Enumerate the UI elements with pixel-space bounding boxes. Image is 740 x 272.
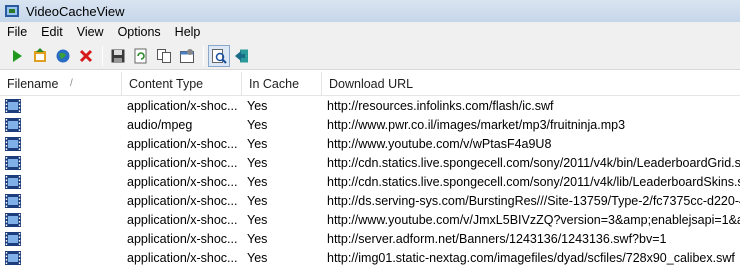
content-type-cell: application/x-shoc... — [127, 193, 238, 208]
menu-edit[interactable]: Edit — [34, 22, 70, 42]
toolbar-separator — [102, 45, 103, 66]
in-cache-cell: Yes — [247, 212, 268, 227]
play-icon — [13, 49, 22, 62]
video-file-icon — [5, 98, 21, 113]
column-in-cache-label: In Cache — [249, 77, 300, 91]
in-cache-cell: Yes — [247, 98, 268, 113]
table-row[interactable]: application/x-shoc... Yes http://img01.sta… — [0, 248, 740, 267]
video-file-icon — [5, 212, 21, 227]
table-row[interactable]: application/x-shoc... Yes http://cdn.stati… — [0, 172, 740, 191]
content-type-cell: application/x-shoc... — [127, 155, 238, 170]
in-cache-cell: Yes — [247, 174, 268, 189]
content-type-cell: application/x-shoc... — [127, 212, 238, 227]
content-type-cell: application/x-shoc... — [127, 231, 238, 246]
column-download-url[interactable]: Download URL — [322, 72, 740, 96]
properties-button[interactable] — [176, 45, 198, 67]
copy-button[interactable] — [153, 45, 175, 67]
in-cache-cell: Yes — [247, 231, 268, 246]
download-url-cell: http://cdn.statics.live.spongecell.com/s… — [327, 174, 740, 189]
table-row[interactable]: application/x-shoc... Yes http://resources… — [0, 96, 740, 115]
video-file-icon — [5, 155, 21, 170]
exit-button[interactable] — [231, 45, 253, 67]
video-file-icon — [5, 250, 21, 265]
column-content-type-label: Content Type — [129, 77, 204, 91]
column-header: Filename / Content Type In Cache Downloa… — [0, 72, 740, 96]
exit-icon — [235, 49, 248, 62]
download-url-cell: http://www.youtube.com/v/JmxL5BIVzZQ?ver… — [327, 212, 740, 227]
video-file-icon — [5, 231, 21, 246]
download-url-cell: http://server.adform.net/Banners/1243136… — [327, 231, 667, 246]
find-button[interactable] — [208, 44, 230, 67]
toolbar-separator — [203, 45, 204, 66]
table-row[interactable]: application/x-shoc... Yes http://ds.servin… — [0, 191, 740, 210]
content-type-cell: application/x-shoc... — [127, 250, 238, 265]
toolbar — [0, 42, 740, 70]
in-cache-cell: Yes — [247, 155, 268, 170]
filename-cell — [0, 174, 122, 189]
menu-options[interactable]: Options — [111, 22, 168, 42]
refresh-button[interactable] — [130, 45, 152, 67]
properties-icon — [180, 48, 194, 63]
download-url-cell: http://cdn.statics.live.spongecell.com/s… — [327, 155, 740, 170]
copy-icon — [157, 48, 171, 63]
filename-cell — [0, 136, 122, 151]
menu-bar: File Edit View Options Help — [0, 22, 740, 42]
filename-cell — [0, 193, 122, 208]
in-cache-cell: Yes — [247, 136, 268, 151]
content-type-cell: application/x-shoc... — [127, 174, 238, 189]
table-row[interactable]: application/x-shoc... Yes http://www.youtu… — [0, 210, 740, 229]
menu-help[interactable]: Help — [168, 22, 208, 42]
video-file-icon — [5, 174, 21, 189]
table-row[interactable]: application/x-shoc... Yes http://cdn.stati… — [0, 153, 740, 172]
video-file-icon — [5, 117, 21, 132]
sort-indicator: / — [70, 78, 73, 89]
video-file-icon — [5, 136, 21, 151]
refresh-icon — [134, 48, 147, 63]
app-icon — [5, 5, 19, 17]
download-url-cell: http://www.youtube.com/v/wPtasF4a9U8 — [327, 136, 552, 151]
column-in-cache[interactable]: In Cache — [242, 72, 322, 96]
download-url-cell: http://img01.static-nextag.com/imagefile… — [327, 250, 735, 265]
filename-cell — [0, 98, 122, 113]
web-button[interactable] — [52, 45, 74, 67]
table-row[interactable]: application/x-shoc... Yes http://www.youtu… — [0, 134, 740, 153]
download-url-cell: http://resources.infolinks.com/flash/ic.… — [327, 98, 554, 113]
in-cache-cell: Yes — [247, 117, 268, 132]
filename-cell — [0, 117, 122, 132]
filename-cell — [0, 231, 122, 246]
content-type-cell: application/x-shoc... — [127, 98, 238, 113]
find-icon — [212, 48, 227, 64]
window-title: VideoCacheView — [26, 3, 125, 19]
save-copy-icon — [34, 47, 46, 62]
title-bar: VideoCacheView — [0, 0, 740, 22]
in-cache-cell: Yes — [247, 193, 268, 208]
cache-list: application/x-shoc... Yes http://resources… — [0, 96, 740, 272]
table-row[interactable]: audio/mpeg Yes http://www.pwr.co.il/images… — [0, 115, 740, 134]
table-row[interactable]: application/x-shoc... Yes http://server.ad… — [0, 229, 740, 248]
delete-button[interactable] — [75, 45, 97, 67]
column-download-url-label: Download URL — [329, 77, 414, 91]
in-cache-cell: Yes — [247, 250, 268, 265]
filename-cell — [0, 155, 122, 170]
content-type-cell: application/x-shoc... — [127, 136, 238, 151]
filename-cell — [0, 212, 122, 227]
download-url-cell: http://ds.serving-sys.com/BurstingRes///… — [327, 193, 740, 208]
column-filename-label: Filename — [7, 77, 59, 91]
save-copy-button[interactable] — [29, 45, 51, 67]
column-filename[interactable]: Filename / — [0, 72, 122, 96]
play-button[interactable] — [6, 45, 28, 67]
filename-cell — [0, 250, 122, 265]
download-url-cell: http://www.pwr.co.il/images/market/mp3/f… — [327, 117, 626, 132]
delete-icon — [79, 49, 93, 62]
web-icon — [56, 49, 70, 62]
video-file-icon — [5, 193, 21, 208]
column-content-type[interactable]: Content Type — [122, 72, 242, 96]
content-type-cell: audio/mpeg — [127, 117, 193, 132]
menu-file[interactable]: File — [0, 22, 34, 42]
save-button[interactable] — [107, 45, 129, 67]
menu-view[interactable]: View — [70, 22, 111, 42]
save-icon — [111, 49, 125, 62]
